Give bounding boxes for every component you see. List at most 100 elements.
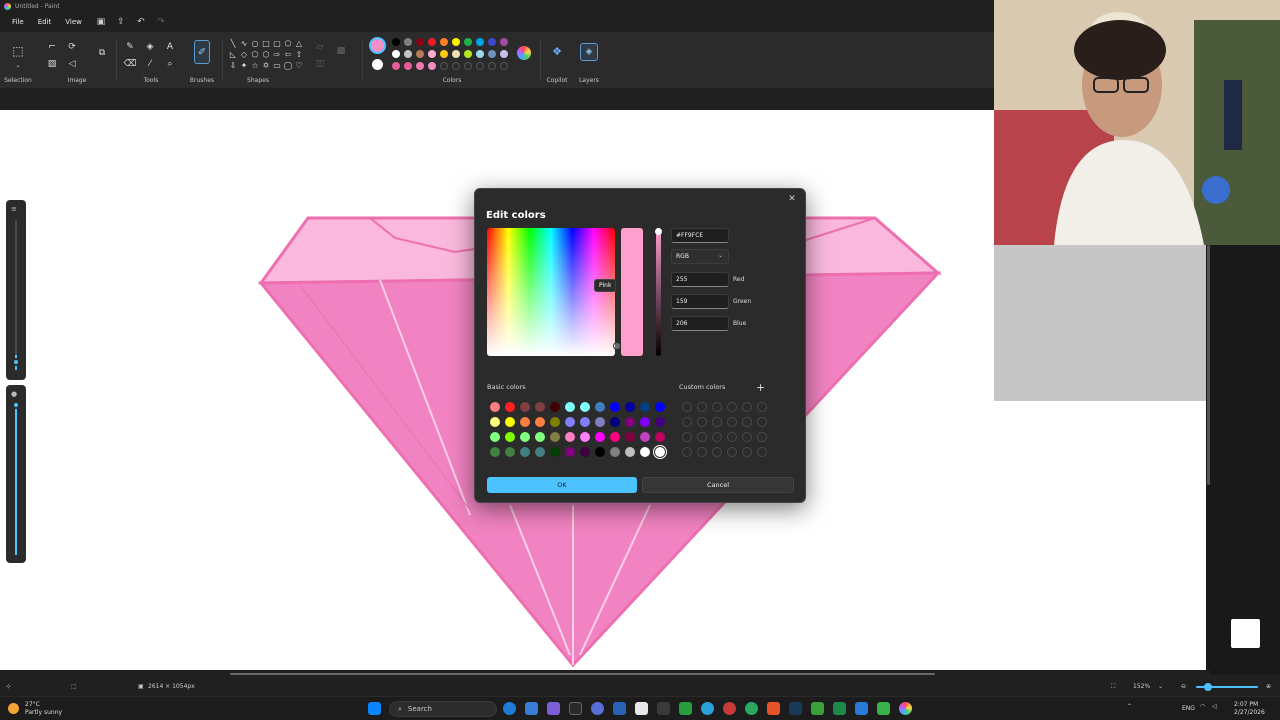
basic-color-swatch[interactable] xyxy=(520,447,530,457)
basic-color-swatch[interactable] xyxy=(640,417,650,427)
basic-color-swatch[interactable] xyxy=(640,447,650,457)
basic-color-swatch[interactable] xyxy=(535,447,545,457)
file-explorer-icon[interactable] xyxy=(525,702,538,715)
app-icon[interactable] xyxy=(723,702,736,715)
hex-input[interactable]: #FF9FCE xyxy=(671,228,729,243)
opacity-slider[interactable]: ● xyxy=(6,385,26,563)
brush-size-slider[interactable]: ≡ xyxy=(6,200,26,380)
zoom-slider-thumb[interactable] xyxy=(1204,683,1212,691)
start-windows-icon[interactable] xyxy=(368,702,381,715)
basic-color-swatch[interactable] xyxy=(505,447,515,457)
custom-color-slot[interactable] xyxy=(697,402,707,412)
custom-color-slot[interactable] xyxy=(682,447,692,457)
basic-color-swatch[interactable] xyxy=(595,447,605,457)
custom-color-slot[interactable] xyxy=(727,402,737,412)
custom-color-slot[interactable] xyxy=(697,447,707,457)
app-icon[interactable] xyxy=(833,702,846,715)
basic-color-swatch[interactable] xyxy=(640,402,650,412)
weather-description[interactable]: Partly sunny xyxy=(25,709,62,716)
basic-color-swatch[interactable] xyxy=(610,402,620,412)
basic-color-swatch[interactable] xyxy=(595,432,605,442)
custom-color-slot[interactable] xyxy=(682,402,692,412)
app-icon[interactable] xyxy=(547,702,560,715)
color-spectrum[interactable] xyxy=(487,228,621,356)
custom-color-slot[interactable] xyxy=(727,447,737,457)
basic-color-swatch[interactable] xyxy=(640,432,650,442)
horizontal-scrollbar[interactable] xyxy=(0,670,1210,678)
edge-icon[interactable] xyxy=(503,702,516,715)
app-icon[interactable] xyxy=(613,702,626,715)
share-icon[interactable]: ⇪ xyxy=(114,15,128,29)
language-indicator[interactable]: ENG xyxy=(1182,705,1195,712)
basic-color-swatch[interactable] xyxy=(580,447,590,457)
custom-color-slot[interactable] xyxy=(712,432,722,442)
app-icon[interactable] xyxy=(811,702,824,715)
volume-icon[interactable]: ◁ xyxy=(1212,703,1217,710)
app-icon[interactable] xyxy=(635,702,648,715)
basic-color-swatch[interactable] xyxy=(550,432,560,442)
custom-color-slot[interactable] xyxy=(712,447,722,457)
fit-to-window-icon[interactable]: ⛶ xyxy=(1111,683,1115,691)
basic-color-swatch[interactable] xyxy=(490,432,500,442)
close-icon[interactable]: ✕ xyxy=(785,192,799,206)
chevron-down-icon[interactable]: ⌄ xyxy=(11,58,25,72)
custom-color-slot[interactable] xyxy=(742,417,752,427)
basic-color-swatch[interactable] xyxy=(565,447,575,457)
overlay-white-button[interactable] xyxy=(1231,619,1260,648)
wifi-icon[interactable]: ◠ xyxy=(1200,703,1205,710)
custom-color-slot[interactable] xyxy=(712,417,722,427)
custom-color-slot[interactable] xyxy=(712,402,722,412)
brave-icon[interactable] xyxy=(767,702,780,715)
custom-color-slot[interactable] xyxy=(757,417,767,427)
outline-icon[interactable]: ▱ xyxy=(313,40,327,54)
zoom-out-icon[interactable]: ⊖ xyxy=(1181,683,1186,690)
basic-color-swatch[interactable] xyxy=(653,445,667,459)
clock-date[interactable]: 2/27/2026 xyxy=(1234,709,1265,716)
custom-color-slot[interactable] xyxy=(727,417,737,427)
telegram-icon[interactable] xyxy=(701,702,714,715)
red-input[interactable]: 255 xyxy=(671,272,729,287)
menu-edit[interactable]: Edit xyxy=(32,15,58,29)
app-icon[interactable] xyxy=(855,702,868,715)
spectrum-marker[interactable] xyxy=(613,342,621,350)
magnifier-icon[interactable]: ⌕ xyxy=(163,57,177,71)
custom-color-slot[interactable] xyxy=(757,402,767,412)
zoom-dropdown-icon[interactable]: ⌄ xyxy=(1158,683,1163,690)
taskbar-search[interactable]: ⌕ Search xyxy=(389,701,497,717)
basic-color-swatch[interactable] xyxy=(565,417,575,427)
fill-icon[interactable]: ◫ xyxy=(313,57,327,71)
basic-color-swatch[interactable] xyxy=(580,417,590,427)
custom-color-slot[interactable] xyxy=(757,447,767,457)
edit-colors-icon[interactable] xyxy=(517,46,531,60)
shape-fill-icon[interactable]: ▩ xyxy=(334,44,348,58)
custom-color-slot[interactable] xyxy=(742,402,752,412)
custom-color-slot[interactable] xyxy=(742,432,752,442)
basic-color-swatch[interactable] xyxy=(625,447,635,457)
basic-color-swatch[interactable] xyxy=(565,402,575,412)
brush-icon[interactable]: ✐ xyxy=(194,40,210,64)
value-slider-thumb[interactable] xyxy=(655,228,662,235)
undo-icon[interactable]: ↶ xyxy=(134,15,148,29)
fill-bucket-icon[interactable]: ◈ xyxy=(143,40,157,54)
slider-thumb[interactable] xyxy=(12,401,20,409)
basic-color-swatch[interactable] xyxy=(535,432,545,442)
basic-color-swatch[interactable] xyxy=(595,417,605,427)
text-icon[interactable]: A xyxy=(163,40,177,54)
basic-color-swatch[interactable] xyxy=(490,402,500,412)
redo-icon[interactable]: ↷ xyxy=(154,15,168,29)
zoom-value[interactable]: 152% xyxy=(1133,683,1150,690)
clock-time[interactable]: 2:07 PM xyxy=(1234,701,1258,708)
zoom-in-icon[interactable]: ⊕ xyxy=(1266,683,1271,690)
save-icon[interactable]: ▣ xyxy=(94,15,108,29)
add-custom-color-icon[interactable]: + xyxy=(756,381,765,394)
basic-color-swatch[interactable] xyxy=(580,432,590,442)
chrome-icon[interactable] xyxy=(745,702,758,715)
basic-color-swatch[interactable] xyxy=(565,432,575,442)
copilot-icon[interactable]: ❖ xyxy=(550,44,564,58)
basic-color-swatch[interactable] xyxy=(550,447,560,457)
vertical-scrollbar[interactable] xyxy=(1207,245,1210,485)
custom-color-slot[interactable] xyxy=(682,432,692,442)
basic-color-swatch[interactable] xyxy=(550,402,560,412)
custom-color-slot[interactable] xyxy=(697,417,707,427)
basic-color-swatch[interactable] xyxy=(505,417,515,427)
